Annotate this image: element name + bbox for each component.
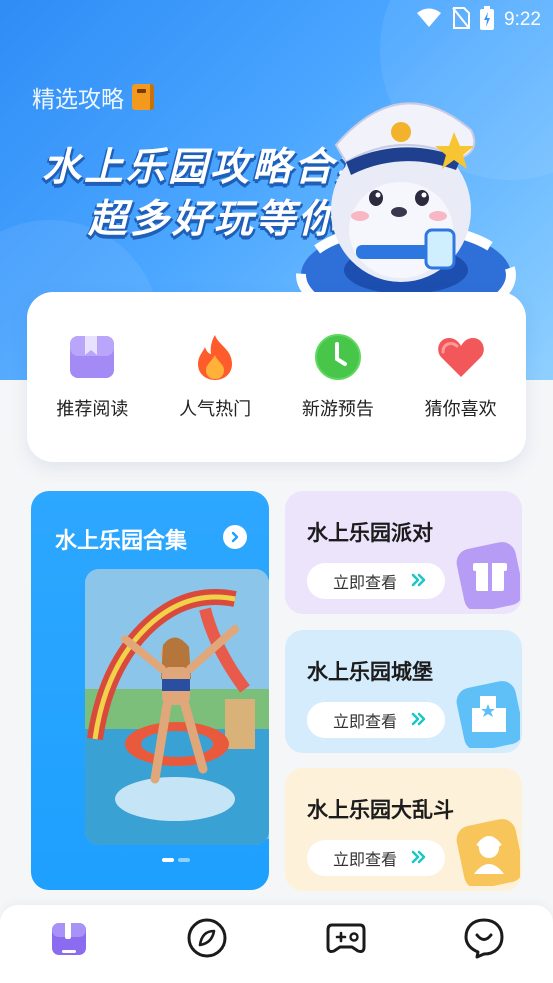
nav-tab-discover[interactable]	[177, 913, 237, 963]
card-title: 水上乐园城堡	[307, 660, 433, 684]
category-label: 推荐阅读	[56, 399, 129, 420]
gamepad-icon	[326, 923, 366, 953]
card-castle[interactable]: 水上乐园城堡 立即查看	[285, 630, 522, 753]
feature-title: 水上乐园合集	[55, 529, 188, 554]
double-chevron-right-icon	[411, 849, 427, 868]
view-now-label: 立即查看	[333, 712, 398, 731]
card-title: 水上乐园大乱斗	[307, 798, 454, 822]
nav-tab-games[interactable]	[316, 913, 376, 963]
no-sim-icon	[452, 7, 471, 33]
view-now-label: 立即查看	[333, 850, 398, 869]
carousel-indicator	[162, 858, 190, 862]
clock-icon	[314, 333, 362, 381]
view-now-button[interactable]: 立即查看	[307, 702, 445, 738]
double-chevron-right-icon	[411, 572, 427, 591]
book-tab-icon	[52, 919, 87, 955]
category-label: 猜你喜欢	[424, 399, 497, 420]
carousel-dot[interactable]	[162, 858, 174, 862]
fire-icon	[191, 333, 239, 381]
feature-collection-card[interactable]: 水上乐园合集	[31, 491, 269, 890]
wifi-icon	[416, 8, 442, 32]
category-card: 推荐阅读 人气热门 新游预告 猜你喜欢	[27, 292, 526, 462]
battery-charging-icon	[480, 6, 495, 34]
category-label: 人气热门	[179, 399, 252, 420]
feature-image	[85, 569, 269, 845]
hero-label-text: 精选攻略	[32, 87, 124, 113]
category-guess-you-like[interactable]: 猜你喜欢	[406, 333, 516, 421]
chevron-right-icon[interactable]	[223, 525, 247, 549]
character-icon	[456, 819, 520, 886]
bookmark-icon	[68, 333, 116, 381]
heart-icon	[437, 333, 485, 381]
hero-label: 精选攻略	[32, 80, 154, 114]
chat-bubble-icon	[464, 918, 504, 959]
view-now-button[interactable]: 立即查看	[307, 840, 445, 876]
castle-icon	[456, 681, 520, 748]
nav-tab-profile[interactable]	[454, 913, 514, 963]
gift-icon	[456, 542, 520, 609]
nav-tab-guides[interactable]	[39, 913, 99, 963]
category-popular[interactable]: 人气热门	[160, 333, 270, 421]
status-time: 9:22	[504, 9, 541, 30]
card-party[interactable]: 水上乐园派对 立即查看	[285, 491, 522, 614]
status-bar: 9:22	[0, 0, 553, 40]
seal-mascot-illustration	[296, 102, 516, 328]
double-chevron-right-icon	[411, 711, 427, 730]
category-recommended[interactable]: 推荐阅读	[37, 333, 147, 421]
category-label: 新游预告	[301, 399, 374, 420]
category-upcoming[interactable]: 新游预告	[283, 333, 393, 421]
card-brawl[interactable]: 水上乐园大乱斗 立即查看	[285, 768, 522, 891]
compass-icon	[187, 918, 227, 958]
card-title: 水上乐园派对	[307, 521, 433, 545]
view-now-label: 立即查看	[333, 573, 398, 592]
view-now-button[interactable]: 立即查看	[307, 563, 445, 599]
bottom-navigation	[0, 905, 553, 983]
book-icon	[132, 84, 154, 110]
carousel-dot[interactable]	[178, 858, 190, 862]
